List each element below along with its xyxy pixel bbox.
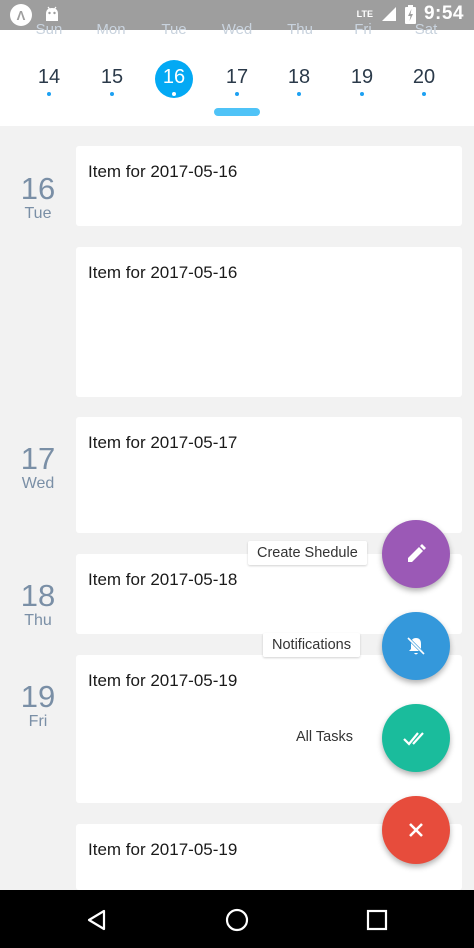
recents-button[interactable] xyxy=(362,905,392,935)
recents-icon xyxy=(366,909,388,931)
agenda-item-text: Item for 2017-05-16 xyxy=(88,162,238,181)
event-dot xyxy=(235,92,239,96)
network-type: LTE xyxy=(356,9,373,19)
close-icon xyxy=(409,823,423,837)
back-icon xyxy=(87,909,106,931)
day-16-selected[interactable]: 16 xyxy=(152,66,196,89)
event-dot xyxy=(47,92,51,96)
weekday-label: Fri xyxy=(354,21,372,38)
weekday-label: Sun xyxy=(35,21,63,38)
notifications-button[interactable] xyxy=(382,612,450,680)
close-fab-button[interactable] xyxy=(382,796,450,864)
agenda-item[interactable]: Item for 2017-05-17 xyxy=(76,417,462,533)
event-dot xyxy=(360,92,364,96)
calendar-expand-handle[interactable] xyxy=(214,108,260,116)
agenda-item-text: Item for 2017-05-19 xyxy=(88,671,238,690)
date-label-16: 16 Tue xyxy=(0,172,76,223)
date-number: 18 xyxy=(20,578,56,613)
agenda-item[interactable]: Item for 2017-05-16 xyxy=(76,146,462,226)
agenda-item-text: Item for 2017-05-17 xyxy=(88,433,238,452)
day-19[interactable]: 19 xyxy=(340,66,384,89)
weekday-label: Tue xyxy=(161,21,187,38)
agenda-item-text: Item for 2017-05-16 xyxy=(88,263,238,282)
weekday-label: Sat xyxy=(414,21,438,38)
system-nav-bar xyxy=(0,890,474,948)
weekday-label: Thu xyxy=(287,21,313,38)
date-label-19: 19 Fri xyxy=(0,680,76,731)
weekday-label: Mon xyxy=(96,21,126,38)
week-calendar: Sun Mon Tue Wed Thu Fri Sat 14 15 16 17 … xyxy=(0,21,474,126)
date-number: 19 xyxy=(20,679,56,714)
signal-icon xyxy=(381,7,396,21)
date-label-18: 18 Thu xyxy=(0,579,76,630)
day-18[interactable]: 18 xyxy=(277,66,321,89)
agenda-list[interactable]: 16 Tue Item for 2017-05-16 Item for 2017… xyxy=(0,126,474,890)
agenda-item[interactable]: Item for 2017-05-16 xyxy=(76,247,462,397)
date-weekday: Wed xyxy=(21,475,55,492)
event-dot xyxy=(297,92,301,96)
event-dot xyxy=(172,92,176,96)
day-15[interactable]: 15 xyxy=(90,66,134,89)
date-weekday: Tue xyxy=(24,205,52,222)
back-button[interactable] xyxy=(82,905,112,935)
all-tasks-button[interactable] xyxy=(382,704,450,772)
weekday-label: Wed xyxy=(221,21,253,38)
bell-off-icon xyxy=(406,636,426,656)
date-weekday: Thu xyxy=(24,612,52,629)
home-icon xyxy=(225,908,249,932)
day-20[interactable]: 20 xyxy=(402,66,446,89)
create-schedule-button[interactable] xyxy=(382,520,450,588)
all-tasks-label[interactable]: All Tasks xyxy=(287,725,362,749)
event-dot xyxy=(422,92,426,96)
agenda-item-text: Item for 2017-05-19 xyxy=(88,840,238,859)
notifications-label[interactable]: Notifications xyxy=(263,633,360,657)
date-number: 17 xyxy=(20,441,56,476)
date-weekday: Fri xyxy=(28,713,48,730)
double-check-icon xyxy=(403,732,424,746)
home-button[interactable] xyxy=(222,905,252,935)
event-dot xyxy=(110,92,114,96)
day-14[interactable]: 14 xyxy=(27,66,71,89)
date-number: 16 xyxy=(20,171,56,206)
day-17[interactable]: 17 xyxy=(215,66,259,89)
agenda-item-text: Item for 2017-05-18 xyxy=(88,570,238,589)
date-label-17: 17 Wed xyxy=(0,442,76,493)
create-schedule-label[interactable]: Create Shedule xyxy=(248,541,367,565)
pencil-icon xyxy=(408,544,426,562)
